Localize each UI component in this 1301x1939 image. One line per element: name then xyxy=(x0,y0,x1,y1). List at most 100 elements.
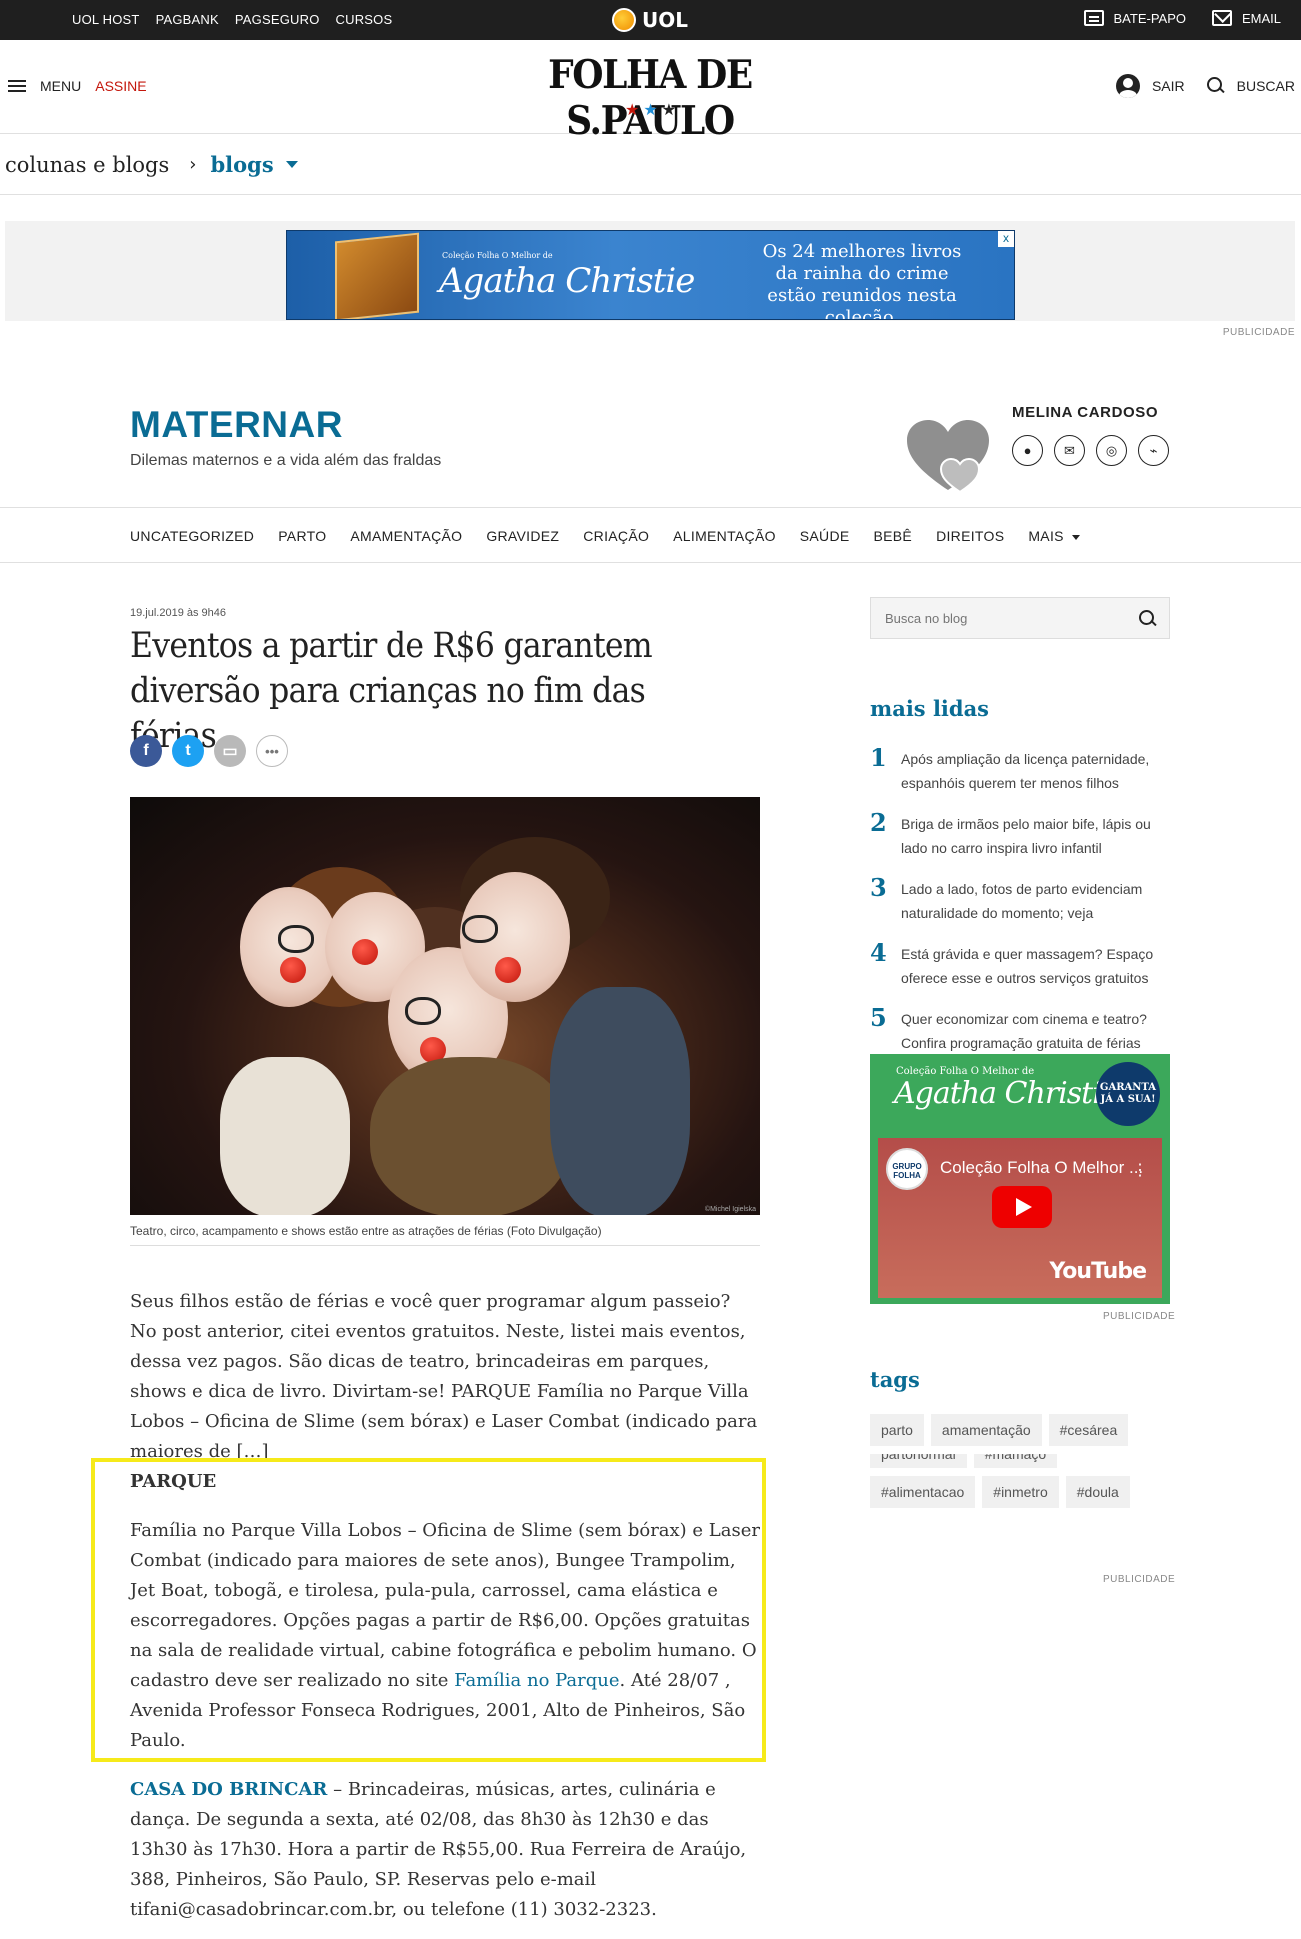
top-link-uol-host[interactable]: UOL HOST xyxy=(72,12,140,27)
ad-agatha-logo: Agatha Christie xyxy=(439,261,695,301)
buscar-link[interactable]: BUSCAR xyxy=(1237,78,1295,94)
mail-icon xyxy=(1211,10,1232,26)
nav-item-mais[interactable]: MAIS xyxy=(1028,528,1080,544)
nav-item-bebe[interactable]: BEBÊ xyxy=(874,528,913,544)
chat-icon xyxy=(1083,10,1104,26)
top-ad-banner[interactable]: Coleção Folha O Melhor de Agatha Christi… xyxy=(286,230,1015,320)
list-item[interactable]: 1 Após ampliação da licença paternidade,… xyxy=(870,743,1170,808)
breadcrumb-current[interactable]: blogs xyxy=(210,152,273,177)
nav-item-parto[interactable]: PARTO xyxy=(278,528,326,544)
folha-logo[interactable]: FOLHA DE S.PAULO xyxy=(517,52,784,144)
top-right-links: BATE-PAPO EMAIL xyxy=(1083,10,1281,26)
user-avatar-icon[interactable] xyxy=(1115,74,1140,98)
garanta-badge[interactable]: GARANTA JÁ A SUA! xyxy=(1096,1062,1160,1126)
tag-parto[interactable]: parto xyxy=(870,1414,924,1446)
heart-logo-icon xyxy=(907,420,989,494)
blog-title[interactable]: MATERNAR xyxy=(130,404,343,446)
hamburger-icon[interactable] xyxy=(8,80,26,92)
photo-credit: ©Michel Igielska xyxy=(704,1206,756,1213)
bate-papo-link[interactable]: BATE-PAPO xyxy=(1083,10,1186,26)
article-date: 19.jul.2019 às 9h46 xyxy=(130,607,227,619)
parque-text-before: Família no Parque Villa Lobos – Oficina … xyxy=(130,1520,760,1691)
nav-item-uncategorized[interactable]: UNCATEGORIZED xyxy=(130,528,254,544)
email-label: EMAIL xyxy=(1241,10,1281,26)
ad-colecao-label: Coleção Folha O Melhor de xyxy=(442,251,553,260)
list-item-number: 3 xyxy=(870,873,887,902)
top-link-pagbank[interactable]: PAGBANK xyxy=(156,12,219,27)
uol-logo[interactable]: UOL xyxy=(612,8,688,32)
tag-cesarea[interactable]: #cesárea xyxy=(1048,1414,1129,1446)
tags-list: parto amamentação #cesárea partonormal #… xyxy=(870,1414,1170,1516)
parque-paragraph: Família no Parque Villa Lobos – Oficina … xyxy=(130,1516,760,1756)
nav-item-amamentacao[interactable]: AMAMENTAÇÃO xyxy=(350,528,462,544)
menu-button[interactable]: MENU xyxy=(40,78,81,94)
list-item-link[interactable]: Está grávida e quer massagem? Espaço ofe… xyxy=(901,942,1171,990)
video-title: Coleção Folha O Melhor ... xyxy=(940,1158,1144,1177)
list-item-link[interactable]: Briga de irmãos pelo maior bife, lápis o… xyxy=(901,812,1171,860)
nav-item-gravidez[interactable]: GRAVIDEZ xyxy=(486,528,559,544)
nav-item-direitos[interactable]: DIREITOS xyxy=(936,528,1004,544)
list-item[interactable]: 2 Briga de irmãos pelo maior bife, lápis… xyxy=(870,808,1170,873)
sair-link[interactable]: SAIR xyxy=(1152,78,1185,94)
more-options-icon[interactable]: ••• xyxy=(256,735,288,767)
search-icon[interactable] xyxy=(1206,77,1225,95)
ad-text: Os 24 melhores livros da rainha do crime… xyxy=(762,241,962,320)
photo-caption: Teatro, circo, acampamento e shows estão… xyxy=(130,1224,602,1238)
breadcrumb: colunas e blogs › blogs xyxy=(0,135,1301,195)
nav-item-saude[interactable]: SAÚDE xyxy=(800,528,850,544)
youtube-logo[interactable]: YouTube xyxy=(1049,1259,1147,1284)
instagram-icon[interactable]: ◎ xyxy=(1096,435,1127,466)
author-name: MELINA CARDOSO xyxy=(1012,404,1159,421)
facebook-share-icon[interactable]: f xyxy=(130,735,162,767)
top-links: UOL HOST PAGBANK PAGSEGURO CURSOS xyxy=(72,12,392,27)
email-icon[interactable]: ✉ xyxy=(1054,435,1085,466)
sidebar-ad[interactable]: Coleção Folha O Melhor de Agatha Christi… xyxy=(870,1054,1170,1304)
author-social-links: ● ✉ ◎ ⌁ xyxy=(1012,435,1169,466)
profile-icon[interactable]: ● xyxy=(1012,435,1043,466)
nav-item-alimentacao[interactable]: ALIMENTAÇÃO xyxy=(673,528,776,544)
list-item[interactable]: 4 Está grávida e quer massagem? Espaço o… xyxy=(870,938,1170,1003)
tag-partonormal[interactable]: partonormal xyxy=(870,1454,967,1468)
tag-alimentacao[interactable]: #alimentacao xyxy=(870,1476,976,1508)
twitter-share-icon[interactable]: t xyxy=(172,735,204,767)
blog-search xyxy=(870,597,1170,639)
chevron-down-icon[interactable] xyxy=(285,161,298,168)
familia-no-parque-link[interactable]: Família no Parque xyxy=(454,1670,619,1691)
red-star-icon: ★ xyxy=(625,102,640,119)
tag-inmetro[interactable]: #inmetro xyxy=(982,1476,1059,1508)
assine-link[interactable]: ASSINE xyxy=(95,78,146,94)
breadcrumb-parent[interactable]: colunas e blogs xyxy=(5,153,169,177)
header-actions: SAIR BUSCAR xyxy=(1115,74,1295,98)
list-item-link[interactable]: Após ampliação da licença paternidade, e… xyxy=(901,747,1171,795)
list-item-link[interactable]: Quer economizar com cinema e teatro? Con… xyxy=(901,1007,1171,1055)
search-icon[interactable] xyxy=(1139,610,1157,628)
more-vertical-icon[interactable]: ⋮ xyxy=(1132,1160,1148,1180)
list-item[interactable]: 3 Lado a lado, fotos de parto evidenciam… xyxy=(870,873,1170,938)
list-item-link[interactable]: Lado a lado, fotos de parto evidenciam n… xyxy=(901,877,1171,925)
tag-doula[interactable]: #doula xyxy=(1065,1476,1130,1508)
rss-icon[interactable]: ⌁ xyxy=(1138,435,1169,466)
blog-search-input[interactable] xyxy=(871,598,1121,638)
caption-divider xyxy=(130,1245,760,1246)
casa-do-brincar-paragraph: CASA DO BRINCAR – Brincadeiras, músicas,… xyxy=(130,1775,760,1925)
book-image xyxy=(335,232,419,319)
list-item-number: 1 xyxy=(870,743,887,772)
top-link-pagseguro[interactable]: PAGSEGURO xyxy=(235,12,320,27)
tag-mamaco[interactable]: #mamaço xyxy=(973,1454,1058,1468)
top-link-cursos[interactable]: CURSOS xyxy=(336,12,393,27)
email-link[interactable]: EMAIL xyxy=(1211,10,1281,26)
tag-amamentacao[interactable]: amamentação xyxy=(930,1414,1042,1446)
nav-item-criacao[interactable]: CRIAÇÃO xyxy=(583,528,649,544)
play-button-icon[interactable] xyxy=(992,1186,1052,1228)
menu-group: MENU ASSINE xyxy=(8,78,147,94)
comment-icon[interactable]: ▭ xyxy=(214,735,246,767)
casa-do-brincar-link[interactable]: CASA DO BRINCAR xyxy=(130,1779,327,1800)
video-player[interactable]: GRUPO FOLHA Coleção Folha O Melhor ... ⋮… xyxy=(878,1138,1162,1298)
share-bar: f t ▭ ••• xyxy=(130,735,288,767)
tags-title: tags xyxy=(870,1367,920,1392)
blue-star-icon: ★ xyxy=(643,102,658,119)
top-bar: UOL HOST PAGBANK PAGSEGURO CURSOS UOL BA… xyxy=(0,0,1301,40)
black-star-icon: ★ xyxy=(661,102,677,119)
ad-close-button[interactable]: x xyxy=(998,231,1014,247)
uol-logo-text: UOL xyxy=(642,8,688,32)
